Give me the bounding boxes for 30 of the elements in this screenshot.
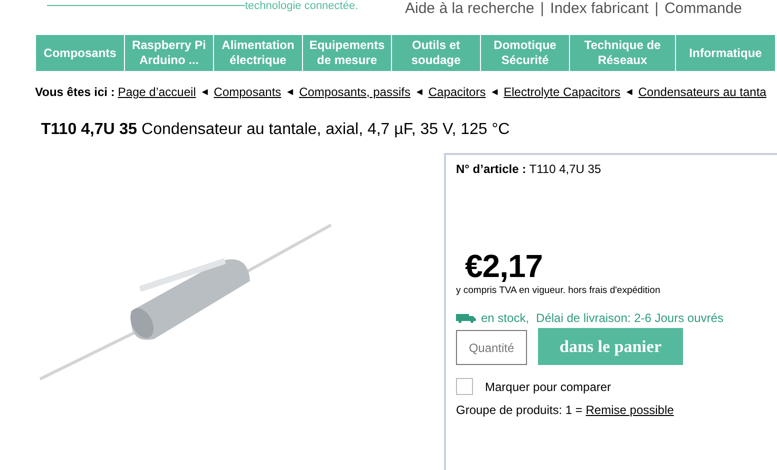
article-number: N° d’article : T110 4,7U 35 bbox=[456, 162, 602, 176]
compare-checkbox[interactable] bbox=[456, 378, 473, 395]
breadcrumb-link[interactable]: Electrolyte Capacitors bbox=[504, 85, 620, 99]
link-separator: | bbox=[540, 0, 544, 17]
header-link[interactable]: Aide à la recherche bbox=[405, 0, 534, 17]
product-title: T110 4,7U 35 Condensateur au tantale, axial, 4,7 µF, 35 V, 125 °C bbox=[41, 121, 511, 139]
breadcrumb-arrow-icon: ◄ bbox=[285, 86, 296, 98]
breadcrumb-link[interactable]: Capacitors bbox=[428, 85, 486, 99]
price: €2,17 bbox=[465, 248, 544, 285]
stock-status: en stock, bbox=[481, 311, 530, 325]
header-link[interactable]: Commande bbox=[664, 0, 742, 17]
compare-label: Marquer pour comparer bbox=[485, 380, 612, 394]
breadcrumb-arrow-icon: ◄ bbox=[200, 86, 210, 98]
logo-tagline: technologie connectée. bbox=[245, 0, 358, 12]
header-link[interactable]: Index fabricant bbox=[550, 0, 649, 17]
breadcrumb-link[interactable]: Condensateurs au tanta bbox=[638, 85, 766, 99]
discount-link[interactable]: Remise possible bbox=[586, 403, 674, 417]
price-note: y compris TVA en vigueur. hors frais d'expédition bbox=[456, 285, 662, 296]
breadcrumb-arrow-icon: ◄ bbox=[490, 86, 500, 98]
truck-icon bbox=[456, 313, 477, 323]
breadcrumb-arrow-icon: ◄ bbox=[414, 86, 424, 98]
breadcrumb-link[interactable]: Composants bbox=[214, 85, 282, 99]
breadcrumb-arrow-icon: ◄ bbox=[624, 86, 634, 98]
delivery-time: Délai de livraison: 2-6 Jours ouvrés bbox=[536, 311, 724, 325]
breadcrumb-link[interactable]: Composants, passifs bbox=[299, 85, 410, 99]
breadcrumb-label: Vous êtes ici : bbox=[35, 85, 115, 99]
breadcrumb-link[interactable]: Page d’accueil bbox=[118, 85, 196, 99]
product-group-text: Groupe de produits: 1 = bbox=[456, 403, 582, 417]
quantity-field[interactable]: Quantité bbox=[456, 330, 527, 365]
link-separator: | bbox=[654, 0, 658, 17]
